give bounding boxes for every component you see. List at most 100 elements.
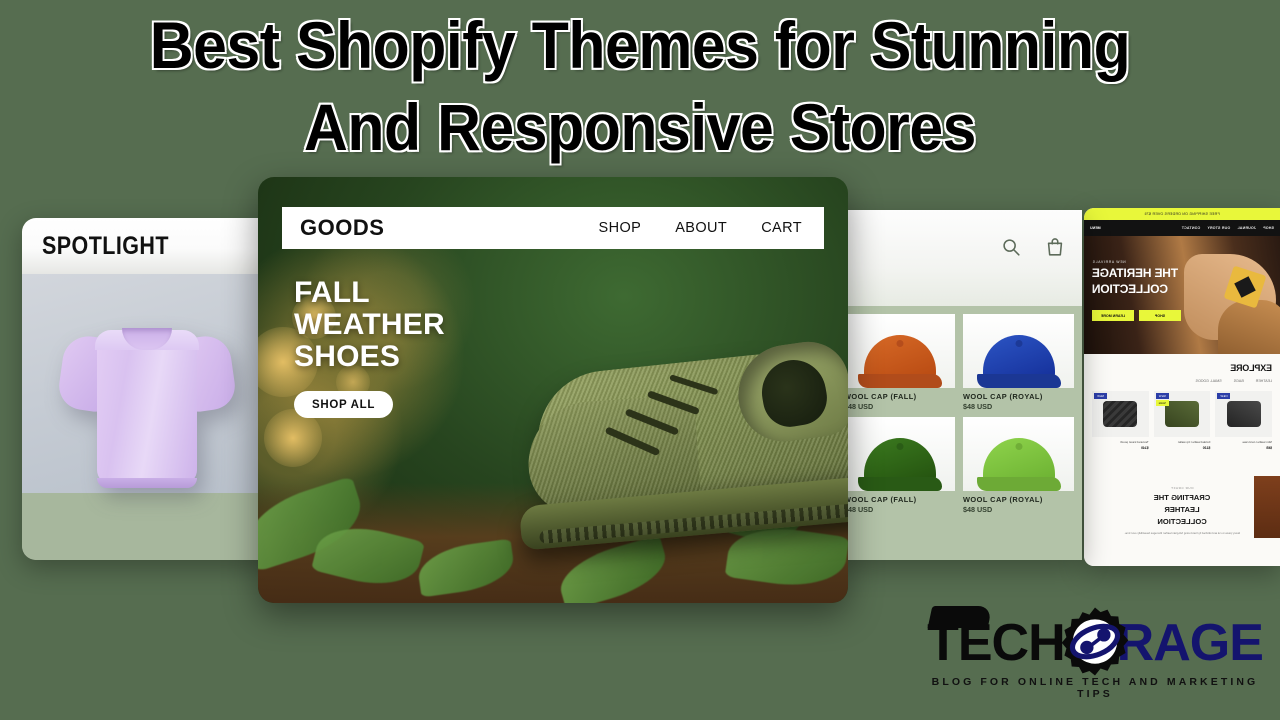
- wool-cap-image: [975, 438, 1063, 491]
- product-card[interactable]: WOOL CAP (ROYAL) $48 USD: [963, 314, 1074, 411]
- heritage-hero: NEW ARRIVALS THE HERITAGE COLLECTION SHO…: [1084, 236, 1280, 354]
- announcement-bar: FREE SHIPPING ON ORDERS OVER $75: [1084, 208, 1280, 220]
- spotlight-footer-band: [22, 493, 272, 560]
- product-card[interactable]: NEW Slim leather card case $65: [1215, 391, 1272, 450]
- hero-headline-line-3: SHOES: [294, 340, 401, 373]
- hero-learn-more-button[interactable]: LEARN MORE: [1092, 310, 1134, 321]
- product-card[interactable]: NEW Textured travel pouch $140: [1091, 391, 1149, 450]
- goods-navbar: GOODS SHOP ABOUT CART: [282, 207, 824, 249]
- product-name: Textured travel pouch: [1119, 440, 1149, 444]
- product-thumbnail: NEW: [1215, 391, 1272, 437]
- hero-eyebrow: NEW ARRIVALS: [1092, 260, 1126, 264]
- heritage-explore-section: EXPLORE LEATHER BAGS SMALL GOODS NEW Sli…: [1084, 354, 1280, 476]
- nav-link-shop[interactable]: SHOP: [599, 220, 642, 236]
- nav-link-our-story[interactable]: OUR STORY: [1207, 226, 1230, 230]
- product-thumbnail: [963, 417, 1074, 491]
- product-card[interactable]: WOOL CAP (FALL) $48 USD: [844, 314, 955, 411]
- product-name: WOOL CAP (ROYAL): [963, 392, 1043, 401]
- logo-text-rage: RAGE: [1116, 614, 1264, 672]
- cap-button: [1015, 340, 1022, 347]
- cap-brim: [857, 477, 942, 491]
- heritage-hero-buttons: SHOP LEARN MORE: [1092, 310, 1181, 321]
- footer-body-text: Every piece is cut and stitched by hand …: [1124, 531, 1240, 535]
- shop-all-button[interactable]: SHOP ALL: [294, 391, 394, 418]
- product-card[interactable]: NEW SALE Folded leather zip wallet $120: [1153, 391, 1211, 450]
- product-price: $48 USD: [963, 402, 993, 411]
- store-header: [836, 210, 1082, 306]
- spotlight-header: SPOTLIGHT: [22, 218, 272, 274]
- heritage-hero-copy: NEW ARRIVALS THE HERITAGE COLLECTION: [1092, 260, 1196, 296]
- product-card[interactable]: WOOL CAP (FALL) $48 USD: [844, 417, 955, 514]
- tshirt-image: [56, 320, 238, 488]
- product-price: $48 USD: [963, 505, 993, 514]
- cap-button: [896, 340, 903, 347]
- shopping-bag-icon[interactable]: [1044, 236, 1066, 258]
- product-name: Folded leather zip wallet: [1177, 440, 1211, 444]
- wool-cap-image: [856, 335, 944, 388]
- explore-title: EXPLORE: [1230, 363, 1272, 373]
- product-price: $65: [1266, 446, 1272, 450]
- product-badge: NEW: [1217, 393, 1231, 399]
- cap-brim: [976, 374, 1061, 388]
- product-name: WOOL CAP (FALL): [844, 392, 917, 401]
- nav-link-contact[interactable]: CONTACT: [1182, 226, 1201, 230]
- goods-hero-copy: FALL WEATHER SHOES SHOP ALL: [294, 277, 445, 418]
- footer-title-line-3: COLLECTION: [1157, 517, 1207, 526]
- poster-canvas: Best Shopify Themes for Stunning And Res…: [0, 0, 1280, 720]
- sneaker-image: [510, 322, 848, 603]
- footer-title-line-1: CRAFTING THE: [1153, 493, 1211, 502]
- logo-flag-shape: [927, 606, 993, 628]
- store-header-icons: [1000, 236, 1066, 258]
- hero-shop-button[interactable]: SHOP: [1139, 310, 1181, 321]
- nav-link-about[interactable]: ABOUT: [675, 220, 727, 236]
- wool-cap-image: [975, 335, 1063, 388]
- spotlight-theme-card[interactable]: SPOTLIGHT: [22, 218, 272, 560]
- heritage-nav-links: SHOP JOURNAL OUR STORY CONTACT: [1182, 226, 1274, 230]
- heritage-product-row: NEW Slim leather card case $65 NEW SALE …: [1091, 391, 1272, 450]
- filter-bags[interactable]: BAGS: [1234, 379, 1244, 383]
- goods-brand-logo[interactable]: GOODS: [300, 215, 384, 241]
- tshirt-hem: [97, 478, 197, 488]
- hero-headline-line-2: WEATHER: [294, 308, 445, 341]
- cap-brim: [976, 477, 1061, 491]
- product-price: $140: [1141, 446, 1149, 450]
- hero-headline-line-1: FALL: [294, 276, 370, 309]
- explore-filters: LEATHER BAGS SMALL GOODS: [1092, 379, 1272, 383]
- filter-leather[interactable]: LEATHER: [1256, 379, 1272, 383]
- nav-link-journal[interactable]: JOURNAL: [1237, 226, 1256, 230]
- product-thumbnail: [844, 314, 955, 388]
- logo-tagline: BLOG FOR ONLINE TECH AND MARKETING TIPS: [931, 676, 1259, 700]
- product-price: $48 USD: [844, 505, 874, 514]
- spotlight-product-stage: [22, 274, 272, 493]
- heritage-navbar: SHOP JOURNAL OUR STORY CONTACT MENU: [1084, 220, 1280, 236]
- page-title-line-2: And Responsive Stores: [302, 88, 978, 166]
- product-card[interactable]: WOOL CAP (ROYAL) $48 USD: [963, 417, 1074, 514]
- product-thumbnail: NEW: [1091, 391, 1149, 437]
- logo-wordmark: TECH RAGE: [920, 606, 1270, 676]
- gear-icon: [1058, 605, 1132, 679]
- nav-link-shop[interactable]: SHOP: [1263, 226, 1274, 230]
- hero-title-line-1: THE HERITAGE: [1092, 266, 1179, 280]
- product-name: WOOL CAP (ROYAL): [963, 495, 1043, 504]
- product-badge-sale: SALE: [1155, 400, 1169, 406]
- product-badge: NEW: [1093, 393, 1108, 399]
- search-icon[interactable]: [1000, 236, 1022, 258]
- techorage-logo[interactable]: TECH RAGE BLOG FOR ONLINE TECH AND MARKE…: [920, 606, 1270, 708]
- travel-pouch-image: [1103, 401, 1138, 427]
- goods-theme-card[interactable]: GOODS SHOP ABOUT CART FALL WEATHER SHOES…: [258, 177, 848, 603]
- hero-title-line-2: COLLECTION: [1092, 282, 1168, 296]
- product-thumbnail: NEW SALE: [1153, 391, 1211, 437]
- product-name: Slim leather card case: [1242, 440, 1272, 444]
- nav-link-cart[interactable]: CART: [761, 220, 802, 236]
- footer-eyebrow: OUR CRAFT: [1170, 486, 1194, 490]
- spotlight-label: SPOTLIGHT: [42, 231, 169, 260]
- filter-small-goods[interactable]: SMALL GOODS: [1196, 379, 1222, 383]
- zip-wallet-image: [1165, 401, 1199, 427]
- product-badge: NEW: [1155, 393, 1169, 399]
- leather-swatch: [1254, 476, 1280, 538]
- sleeve-image: [1218, 300, 1280, 354]
- wool-cap-grid-card[interactable]: WOOL CAP (FALL) $48 USD WOOL CAP (ROYAL)…: [836, 210, 1082, 560]
- heritage-theme-card[interactable]: FREE SHIPPING ON ORDERS OVER $75 SHOP JO…: [1084, 208, 1280, 566]
- menu-button[interactable]: MENU: [1090, 226, 1101, 230]
- cap-button: [896, 443, 903, 450]
